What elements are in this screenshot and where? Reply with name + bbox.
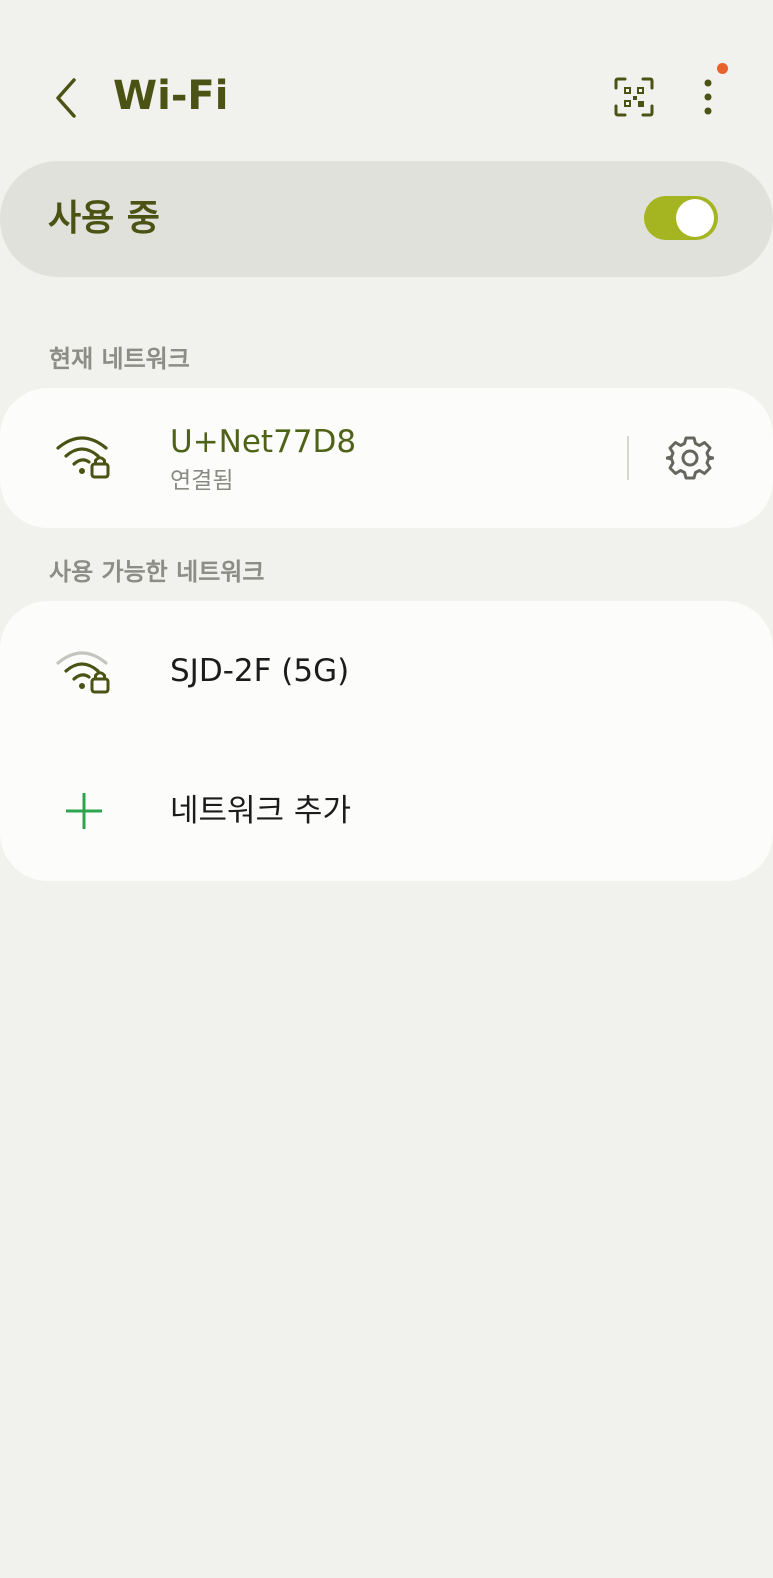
network-name: SJD-2F (5G)	[170, 653, 350, 689]
app-bar: Wi-Fi	[0, 0, 773, 160]
plus-icon	[66, 793, 102, 829]
wifi-toggle-switch[interactable]	[644, 196, 718, 240]
page-title: Wi-Fi	[113, 73, 229, 119]
network-settings-button[interactable]	[664, 432, 716, 484]
current-network-status: 연결됨	[170, 468, 234, 494]
wifi-locked-icon	[56, 436, 110, 479]
notification-dot	[717, 63, 728, 74]
add-network-label: 네트워크 추가	[170, 793, 351, 829]
qr-code-scan-icon	[614, 77, 654, 117]
more-vertical-icon	[704, 79, 712, 115]
current-network-row[interactable]: U+Net77D8 연결됨	[0, 388, 600, 528]
chevron-left-icon	[56, 78, 76, 118]
qr-scan-button[interactable]	[609, 72, 659, 122]
available-networks-section-label: 사용 가능한 네트워크	[49, 558, 265, 586]
wifi-status-label: 사용 중	[48, 198, 160, 239]
current-network-section-label: 현재 네트워크	[49, 345, 190, 373]
more-options-button[interactable]	[688, 72, 728, 122]
current-network-card: U+Net77D8 연결됨	[0, 388, 773, 528]
gear-icon	[666, 436, 714, 480]
toggle-knob	[676, 199, 714, 237]
available-networks-card: SJD-2F (5G) 네트워크 추가	[0, 601, 773, 881]
wifi-master-toggle-row[interactable]: 사용 중	[0, 161, 773, 277]
network-list-item[interactable]: SJD-2F (5G)	[0, 601, 773, 741]
wifi-locked-icon	[56, 651, 110, 694]
add-network-button[interactable]: 네트워크 추가	[0, 741, 773, 881]
divider	[627, 436, 629, 480]
current-network-name: U+Net77D8	[170, 424, 357, 460]
back-button[interactable]	[44, 70, 88, 126]
